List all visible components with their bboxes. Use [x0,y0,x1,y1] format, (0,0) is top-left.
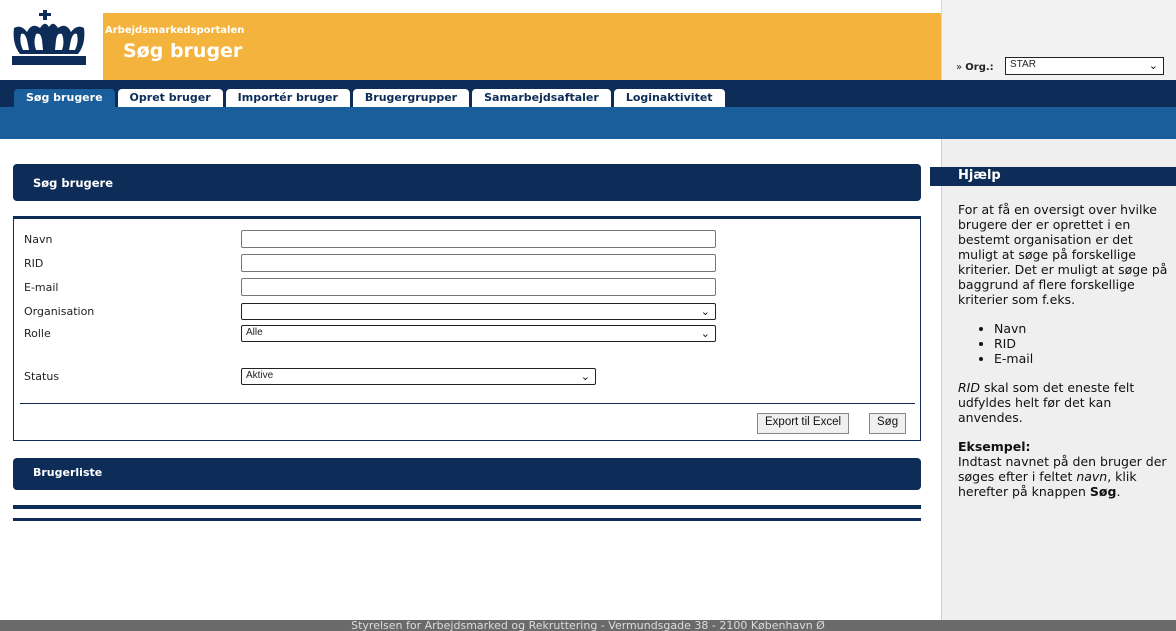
search-form: Navn RID E-mail Organisation ⌄ Rolle All… [13,216,921,441]
org-select[interactable]: STAR ⌄ [1005,57,1164,75]
list-divider-bottom [13,518,921,521]
email-input[interactable] [241,278,716,296]
chevron-down-icon: ⌄ [700,328,710,340]
org-selector-area: » Org.: STAR ⌄ [941,0,1176,80]
rolle-select[interactable]: Alle ⌄ [241,325,716,342]
status-select-value: Aktive [246,370,274,381]
status-label: Status [24,370,60,383]
rid-input[interactable] [241,254,716,272]
tab-opret-bruger[interactable]: Opret bruger [117,89,223,107]
status-select[interactable]: Aktive ⌄ [241,368,596,385]
tab-samarbejdsaftaler[interactable]: Samarbejdsaftaler [472,89,611,107]
portal-name: Arbejdsmarkedsportalen [105,25,245,36]
org-select-value: STAR [1010,59,1036,70]
crown-icon [12,10,86,65]
user-list-header: Brugerliste [13,458,921,490]
search-button[interactable]: Søg [869,413,907,434]
organisation-select[interactable]: ⌄ [241,303,716,320]
help-content: For at få en oversigt over hvilke bruger… [958,202,1168,499]
help-intro: For at få en oversigt over hvilke bruger… [958,202,1168,307]
page-title: Søg bruger [123,40,243,62]
org-label-text: Org.: [965,62,994,73]
email-label: E-mail [24,281,59,294]
help-criteria-list: Navn RID E-mail [994,321,1168,366]
help-rid-note: RID skal som det eneste felt udfyldes he… [958,380,1168,425]
example-field-term: navn [1076,469,1108,484]
tab-list: Søg brugere Opret bruger Importér bruger… [14,89,725,107]
tab-bar-right [941,80,1176,107]
list-item: E-mail [994,351,1168,366]
list-divider-top [13,505,921,509]
search-panel-header: Søg brugere [13,164,921,201]
double-chevron-icon: » [956,62,966,73]
organisation-label: Organisation [24,305,95,318]
rolle-select-value: Alle [246,327,263,338]
user-list-title: Brugerliste [33,466,103,479]
tab-loginaktivitet[interactable]: Loginaktivitet [613,89,725,107]
chevron-down-icon: ⌄ [580,371,590,383]
header-banner: Arbejdsmarkedsportalen Søg bruger [103,13,941,80]
rid-note-text: skal som det eneste felt udfyldes helt f… [958,380,1135,425]
sub-nav-bar [0,107,941,139]
org-label: » Org.: [956,62,994,73]
crown-logo [0,0,103,80]
help-title: Hjælp [958,168,1001,183]
form-divider [20,403,915,404]
sub-nav-bar-right [941,107,1176,139]
example-button-term: Søg [1089,484,1117,499]
footer-text: Styrelsen for Arbejdsmarked og Rekrutter… [351,619,825,631]
rid-label: RID [24,257,44,270]
navn-label: Navn [24,233,53,246]
example-end: . [1116,484,1121,499]
search-panel-title: Søg brugere [33,176,114,190]
rolle-label: Rolle [24,327,51,340]
example-title: Eksempel: [958,439,1031,454]
tab-importer-bruger[interactable]: Importér bruger [225,89,350,107]
chevron-down-icon: ⌄ [700,306,710,318]
list-item: RID [994,336,1168,351]
footer: Styrelsen for Arbejdsmarked og Rekrutter… [0,619,1176,631]
export-excel-button[interactable]: Export til Excel [757,413,850,434]
example-text: Indtast navnet på den bruger der søges e… [958,454,1168,499]
navn-input[interactable] [241,230,716,248]
rid-term: RID [958,380,980,395]
list-item: Navn [994,321,1168,336]
tab-soeg-brugere[interactable]: Søg brugere [14,89,115,107]
tab-brugergrupper[interactable]: Brugergrupper [352,89,470,107]
chevron-down-icon: ⌄ [1148,60,1158,72]
